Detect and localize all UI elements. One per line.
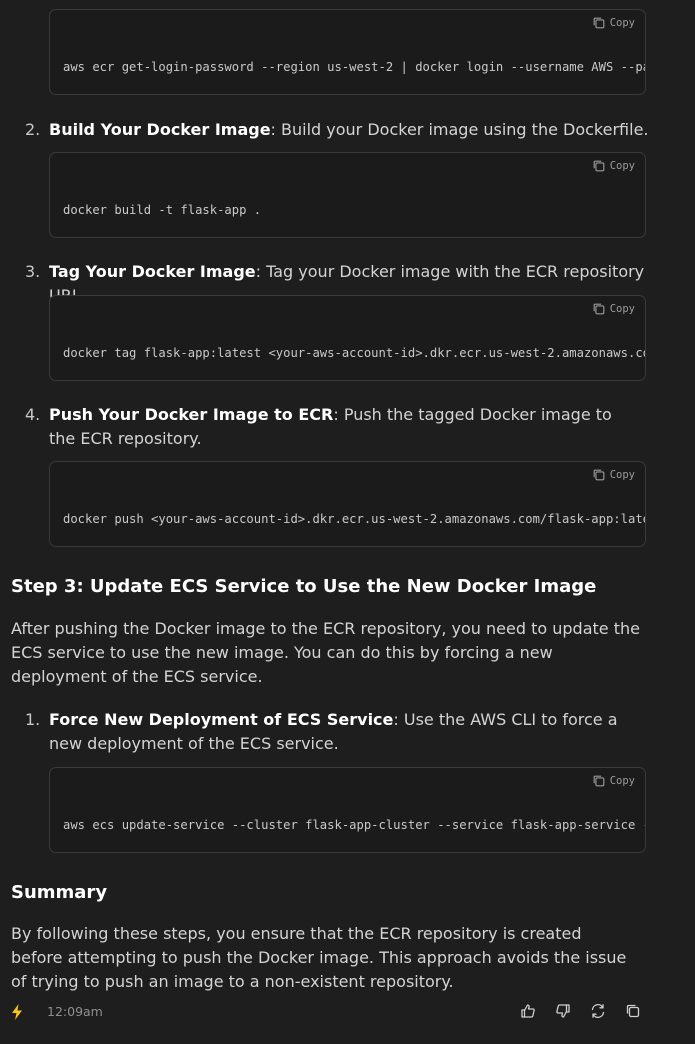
- copy-icon: [593, 303, 605, 315]
- step-title: Build Your Docker Image: [49, 120, 271, 139]
- copy-icon: [593, 469, 605, 481]
- code-text: docker build -t flask-app .: [63, 203, 262, 217]
- copy-message-button[interactable]: [625, 1003, 643, 1021]
- code-block: Copy aws ecs update-service --cluster fl…: [49, 767, 646, 853]
- section-heading: Step 3: Update ECS Service to Use the Ne…: [11, 576, 597, 597]
- code-block: Copy aws ecr get-login-password --region…: [49, 9, 646, 95]
- copy-icon: [626, 1004, 640, 1018]
- copy-icon: [593, 775, 605, 787]
- regenerate-button[interactable]: [590, 1003, 608, 1021]
- copy-code-button[interactable]: Copy: [592, 16, 635, 30]
- copy-code-button[interactable]: Copy: [592, 774, 635, 788]
- step-title: Tag Your Docker Image: [49, 262, 256, 281]
- copy-code-button[interactable]: Copy: [592, 159, 635, 173]
- code-block: Copy docker push <your-aws-account-id>.d…: [49, 461, 646, 547]
- copy-label: Copy: [609, 775, 635, 787]
- code-text: docker tag flask-app:latest <your-aws-ac…: [63, 346, 646, 360]
- code-block: Copy docker build -t flask-app .: [49, 152, 646, 238]
- thumbs-down-button[interactable]: [555, 1003, 573, 1021]
- paragraph: After pushing the Docker image to the EC…: [11, 619, 640, 686]
- thumbs-up-button[interactable]: [520, 1003, 538, 1021]
- code-text: aws ecs update-service --cluster flask-a…: [63, 818, 645, 832]
- list-item: 2. Build Your Docker Image: Build your D…: [25, 118, 649, 142]
- step-title: Force New Deployment of ECS Service: [49, 710, 394, 729]
- copy-label: Copy: [609, 469, 635, 481]
- thumbs-down-icon: [556, 1004, 570, 1018]
- list-item: 4. Push Your Docker Image to ECR: Push t…: [25, 403, 639, 451]
- message-footer: 12:09am: [0, 1000, 695, 1024]
- summary-heading: Summary: [11, 882, 108, 903]
- list-number: 2.: [25, 120, 41, 139]
- regenerate-icon: [591, 1004, 605, 1018]
- copy-code-button[interactable]: Copy: [592, 468, 635, 482]
- list-number: 4.: [25, 405, 41, 424]
- copy-icon: [593, 17, 605, 29]
- step-title: Push Your Docker Image to ECR: [49, 405, 334, 424]
- list-number: 1.: [25, 710, 41, 729]
- code-block: Copy docker tag flask-app:latest <your-a…: [49, 295, 646, 381]
- thumbs-up-icon: [521, 1004, 535, 1018]
- copy-icon: [593, 160, 605, 172]
- bolt-icon: [12, 1004, 22, 1020]
- summary-paragraph: By following these steps, you ensure tha…: [11, 924, 627, 991]
- list-number: 3.: [25, 262, 41, 281]
- copy-label: Copy: [609, 303, 635, 315]
- step-text: : Build your Docker image using the Dock…: [270, 120, 649, 139]
- timestamp: 12:09am: [47, 1004, 103, 1019]
- code-text: aws ecr get-login-password --region us-w…: [63, 60, 645, 74]
- copy-code-button[interactable]: Copy: [592, 302, 635, 316]
- copy-label: Copy: [609, 17, 635, 29]
- list-item: 1. Force New Deployment of ECS Service: …: [25, 708, 619, 756]
- copy-label: Copy: [609, 160, 635, 172]
- code-text: docker push <your-aws-account-id>.dkr.ec…: [63, 512, 646, 526]
